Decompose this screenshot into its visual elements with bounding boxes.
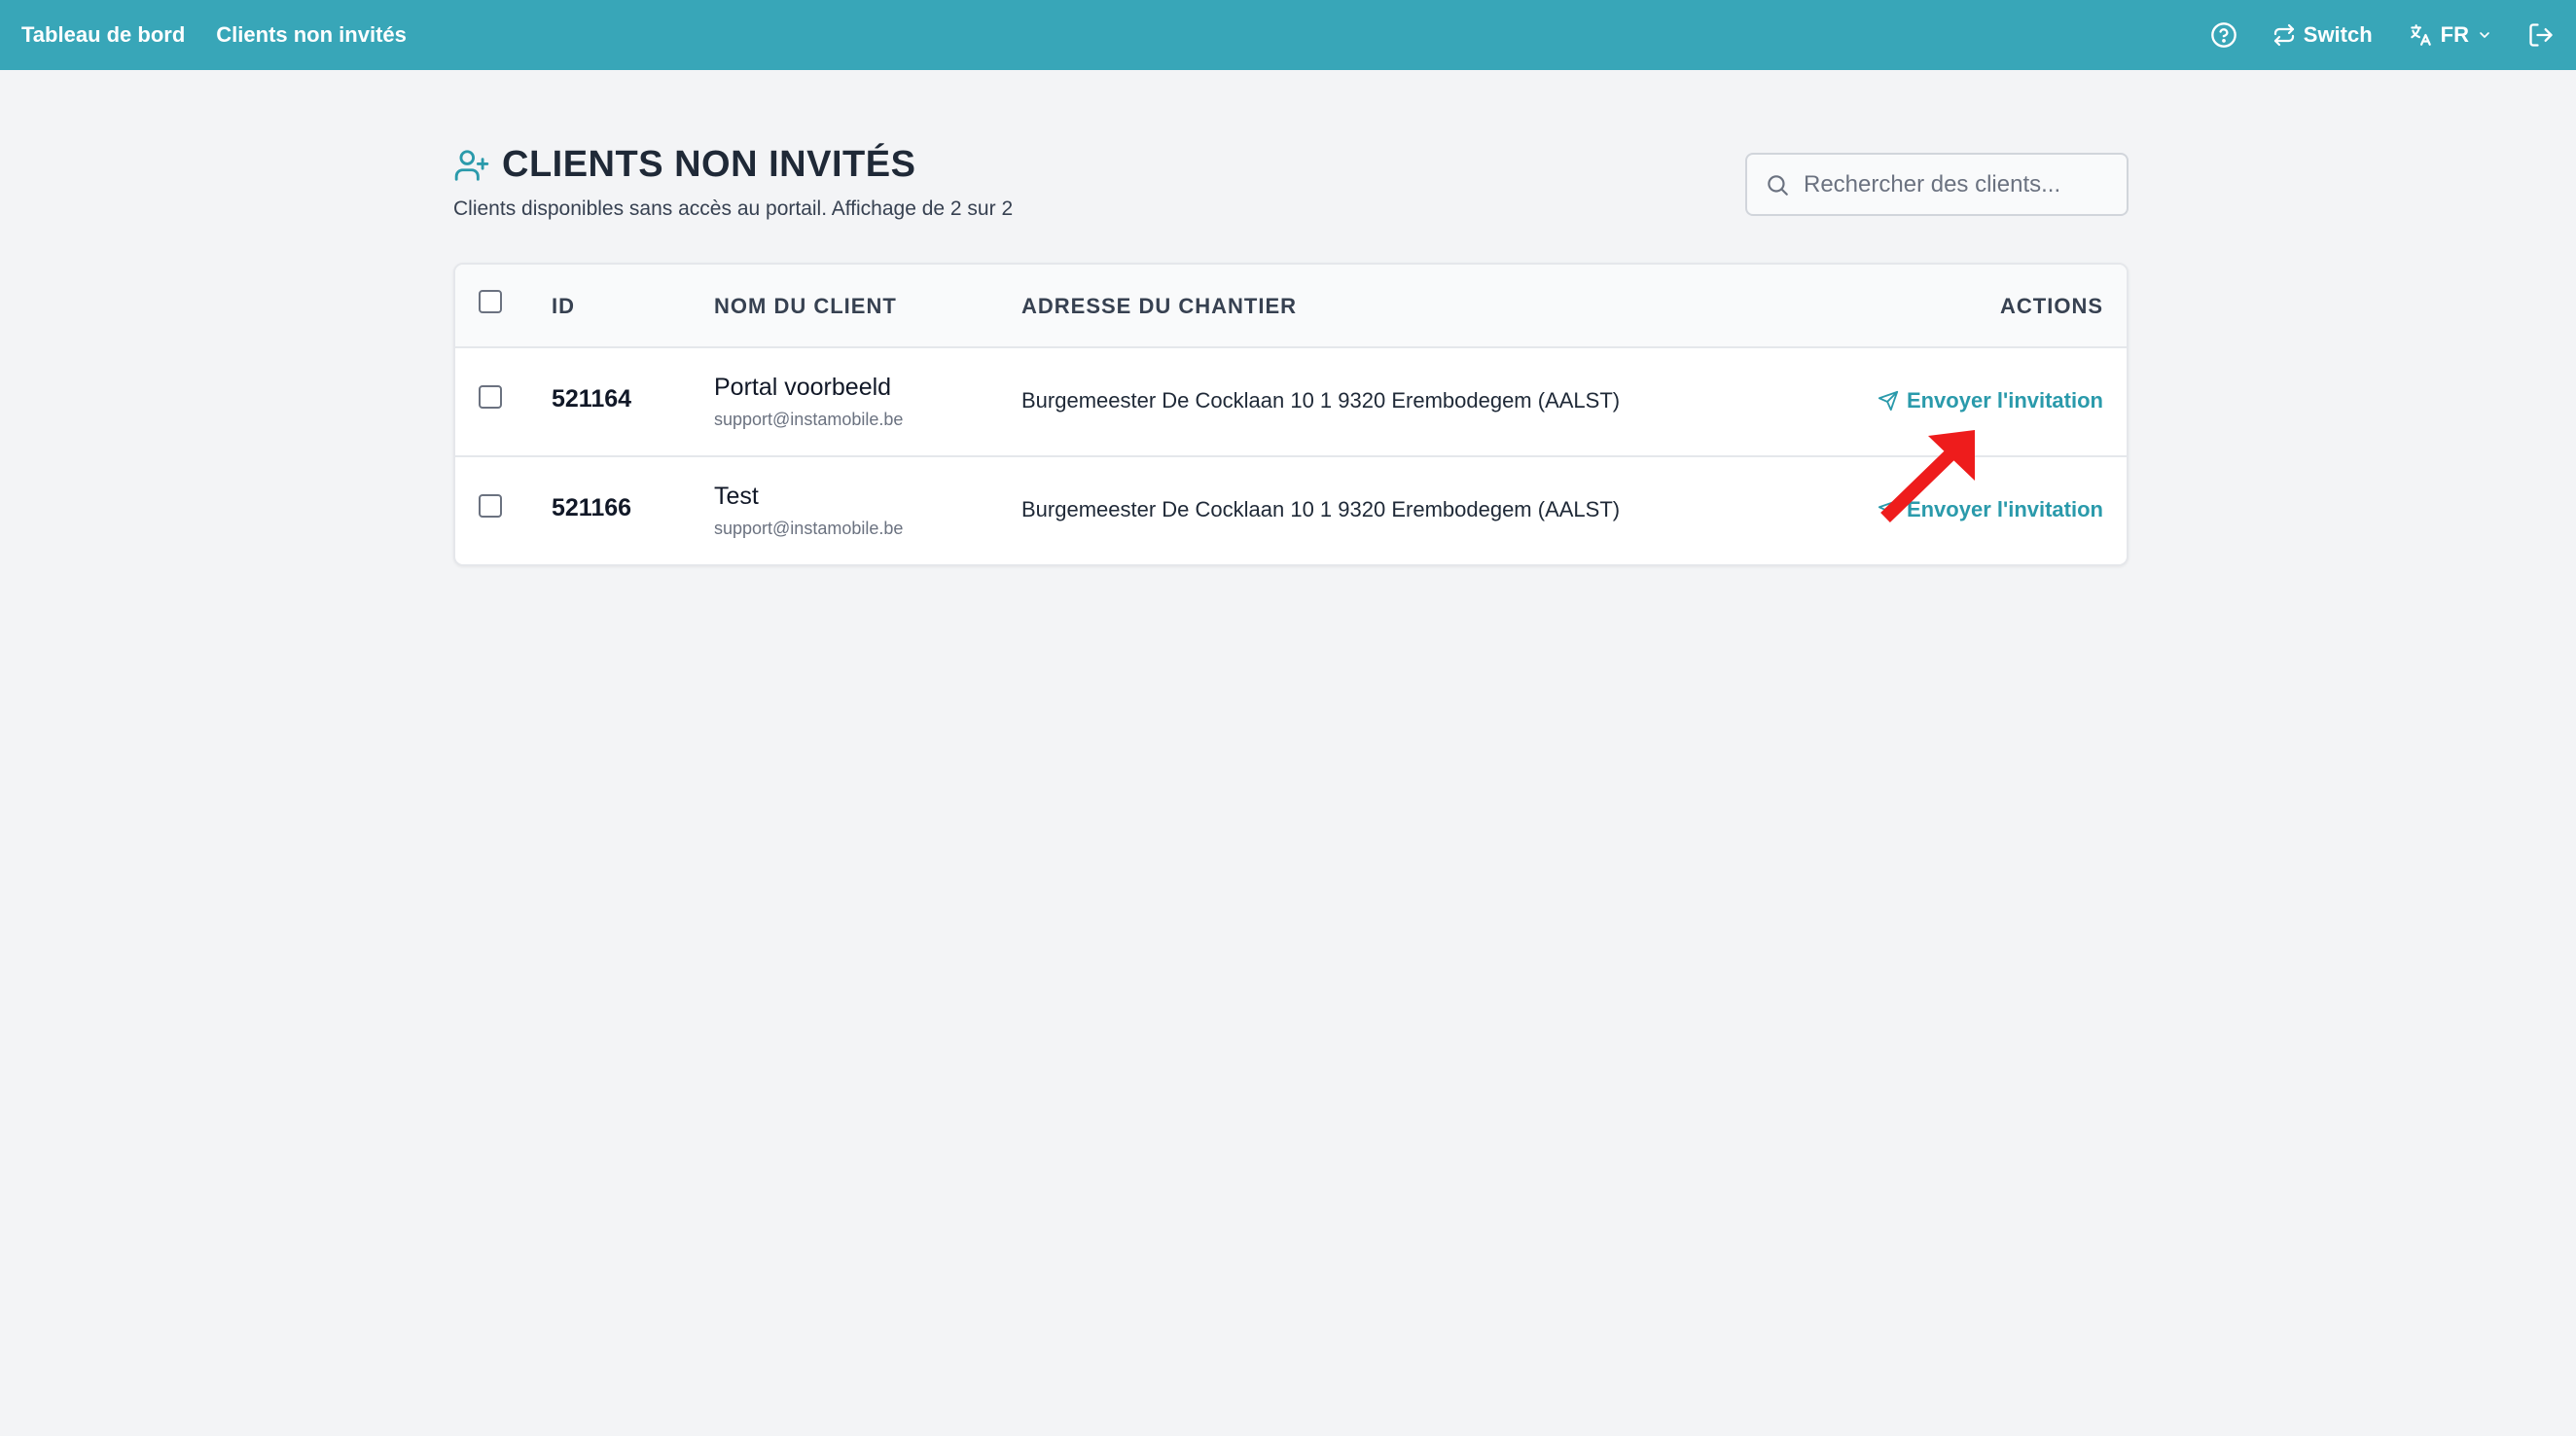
client-id: 521164 [552,385,632,413]
page-subtitle: Clients disponibles sans accès au portai… [453,197,1014,220]
help-button[interactable] [2210,21,2237,49]
site-address: Burgemeester De Cocklaan 10 1 9320 Eremb… [1021,497,1621,521]
client-id: 521166 [552,494,632,521]
logout-button[interactable] [2527,21,2555,49]
send-invitation-button[interactable]: Envoyer l'invitation [1878,388,2103,413]
header-address[interactable]: ADRESSE DU CHANTIER [1021,265,1297,348]
client-info: Test support@instamobile.be [714,483,903,539]
language-label: FR [2440,22,2469,47]
switch-button[interactable]: Switch [2272,22,2373,48]
page-title: CLIENTS NON INVITÉS [502,144,916,185]
search-icon [1768,174,1788,196]
red-arrow-annotation [1880,430,1975,523]
header-client-name[interactable]: NOM DU CLIENT [714,265,897,348]
client-name: Test [714,483,759,510]
search-input[interactable] [1804,170,2115,198]
nav-uninvited-clients[interactable]: Clients non invités [216,22,407,48]
client-info: Portal voorbeeld support@instamobile.be [714,374,903,430]
switch-label: Switch [2303,22,2373,47]
title-row: CLIENTS NON INVITÉS [453,144,1013,186]
main-nav: Tableau de bord Clients non invités [21,22,407,48]
logout-icon [2529,23,2553,47]
header-actions: ACTIONS [2000,294,2103,318]
table-header: ID NOM DU CLIENT ADRESSE DU CHANTIER ACT… [455,265,2127,348]
nav-dashboard[interactable]: Tableau de bord [21,22,185,48]
row-checkbox[interactable] [479,494,502,518]
user-plus-icon [454,149,489,181]
client-name: Portal voorbeeld [714,374,892,401]
page-header: CLIENTS NON INVITÉS Clients disponibles … [453,144,1013,221]
header-id[interactable]: ID [552,265,575,348]
search-box [1745,153,2129,216]
chevron-down-icon [2480,32,2489,38]
send-invitation-label: Envoyer l'invitation [1906,388,2103,413]
client-email: support@instamobile.be [714,410,904,429]
switch-icon [2273,23,2294,47]
translate-icon [2410,24,2431,46]
language-selector[interactable]: FR [2408,22,2492,48]
top-navbar: Tableau de bord Clients non invités Swit… [0,0,2576,70]
topbar-actions: Switch FR [2210,21,2555,49]
row-checkbox[interactable] [479,385,502,409]
site-address: Burgemeester De Cocklaan 10 1 9320 Eremb… [1021,388,1621,413]
help-icon [2210,22,2236,48]
select-all-checkbox[interactable] [479,290,502,313]
send-icon [1878,390,1899,412]
client-email: support@instamobile.be [714,519,904,538]
